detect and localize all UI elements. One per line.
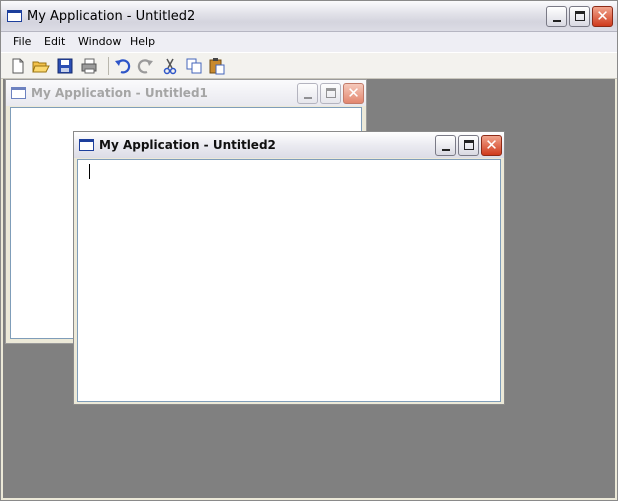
undo-icon[interactable] [113,57,131,75]
main-window: My Application - Untitled2 ✕ File Edit W… [0,0,618,501]
window-icon [7,10,22,22]
menu-edit[interactable]: Edit [44,35,65,48]
maximize-button[interactable] [320,83,341,104]
menu-bar: File Edit Window Help [1,32,617,52]
close-icon: ✕ [485,136,498,154]
toolbar-separator [108,57,109,75]
child-title-bar[interactable]: My Application - Untitled1 ✕ [6,80,366,106]
save-icon[interactable] [56,57,74,75]
window-icon [79,139,94,151]
maximize-icon [326,88,336,98]
document-text-area[interactable] [77,159,501,402]
minimize-icon [442,149,450,151]
minimize-button[interactable] [546,6,567,27]
close-icon: ✕ [347,84,360,102]
paste-icon[interactable] [208,57,226,75]
toolbar [1,52,617,79]
redo-icon[interactable] [137,57,155,75]
menu-window[interactable]: Window [78,35,121,48]
new-icon[interactable] [9,57,27,75]
window-icon [11,87,26,99]
copy-icon[interactable] [185,57,203,75]
close-button[interactable]: ✕ [592,6,613,27]
close-button[interactable]: ✕ [343,83,364,104]
minimize-icon [304,97,312,99]
minimize-button[interactable] [435,135,456,156]
text-cursor [89,164,90,179]
child-window-title: My Application - Untitled1 [31,86,208,100]
maximize-button[interactable] [458,135,479,156]
close-button[interactable]: ✕ [481,135,502,156]
close-icon: ✕ [596,7,609,25]
mdi-client-area: My Application - Untitled1 ✕ My Applicat… [3,79,615,498]
maximize-icon [575,11,585,21]
child-title-bar[interactable]: My Application - Untitled2 ✕ [74,132,504,158]
print-icon[interactable] [80,57,98,75]
open-icon[interactable] [32,57,50,75]
maximize-button[interactable] [569,6,590,27]
menu-file[interactable]: File [13,35,31,48]
title-bar[interactable]: My Application - Untitled2 ✕ [1,1,617,32]
maximize-icon [464,140,474,150]
cut-icon[interactable] [161,57,179,75]
window-title: My Application - Untitled2 [27,9,196,24]
child-window-untitled2[interactable]: My Application - Untitled2 ✕ [73,131,505,405]
child-window-title: My Application - Untitled2 [99,138,276,152]
menu-help[interactable]: Help [130,35,155,48]
minimize-button[interactable] [297,83,318,104]
minimize-icon [553,20,561,22]
